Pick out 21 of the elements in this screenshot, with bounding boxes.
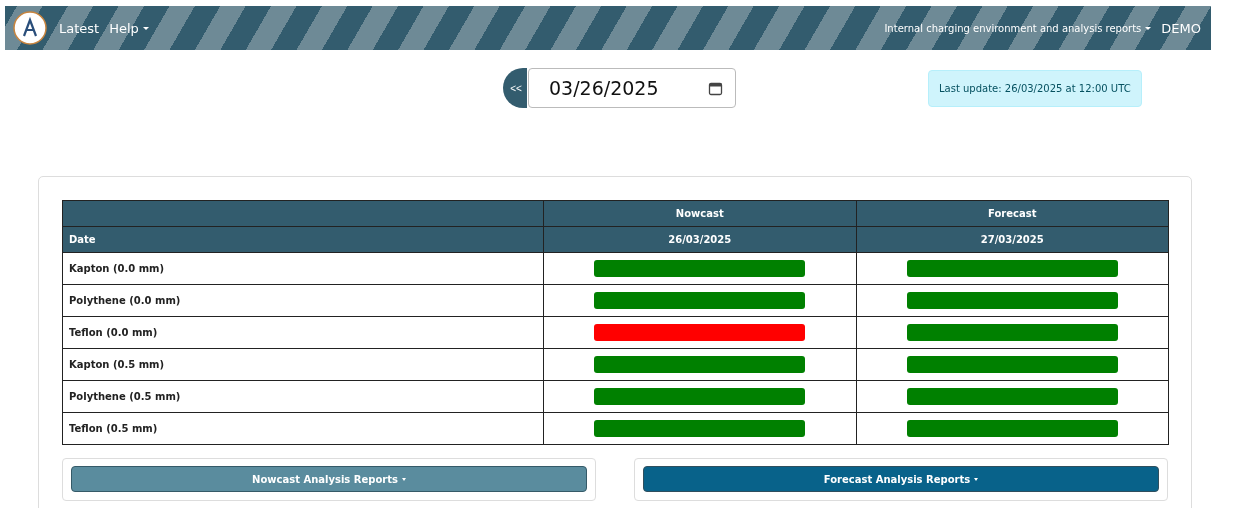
date-header: 27/03/2025 [856,226,1169,253]
logo-icon[interactable] [13,11,47,45]
column-header: Nowcast [543,200,856,227]
row-label: Polythene (0.0 mm) [62,284,544,317]
date-header: 26/03/2025 [543,226,856,253]
reports-button[interactable]: Forecast Analysis Reports [643,466,1159,492]
row-label: Kapton (0.0 mm) [62,252,544,285]
column-header: Forecast [856,200,1169,227]
row-label: Polythene (0.5 mm) [62,380,544,413]
row-label: Kapton (0.5 mm) [62,348,544,381]
demo-label: DEMO [1161,20,1201,36]
back-button[interactable]: << [503,68,527,108]
nav-link[interactable]: Latest [59,20,100,36]
last-update-alert: Last update: 26/03/2025 at 12:00 UTC [928,69,1142,107]
row-label: Teflon (0.0 mm) [62,316,544,349]
calendar-icon[interactable] [708,80,723,96]
row-label: Teflon (0.5 mm) [62,412,544,445]
column-header: Date [62,226,544,253]
nav-link[interactable]: Help [109,20,149,36]
nav-menu[interactable]: Internal charging environment and analysis reports [884,22,1152,34]
date-field[interactable]: 03/26/2025 [528,68,736,108]
